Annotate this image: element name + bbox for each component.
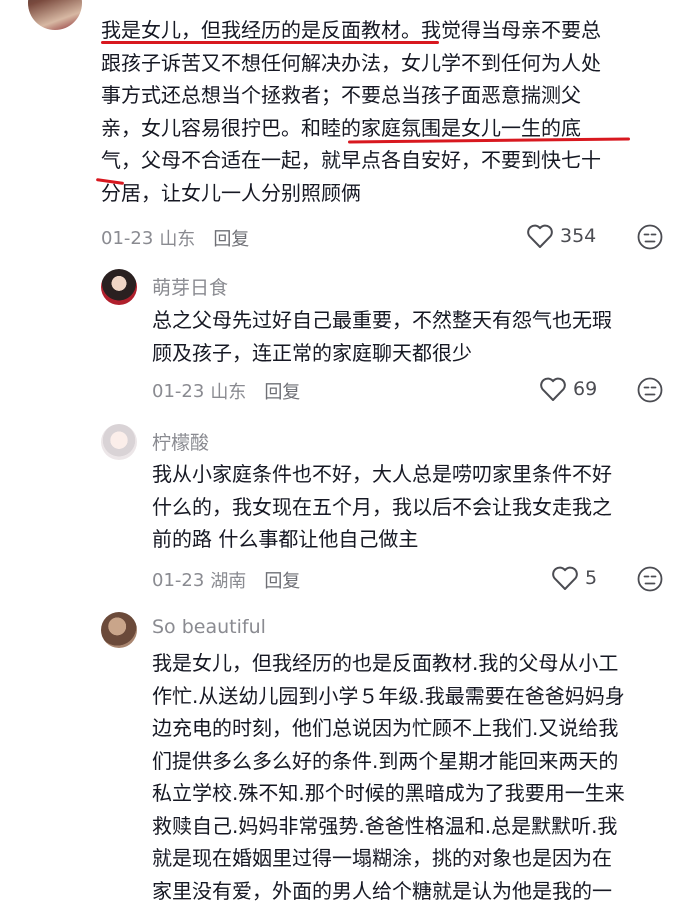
heart-icon — [540, 377, 566, 401]
comment-text-line: 救赎自己.妈妈非常强势.爸爸性格温和.总是默默听.我 — [152, 813, 618, 838]
comment-text-line: 什么的，我女现在五个月，我以后不会让我女走我之 — [152, 494, 612, 519]
comment-text-line: 事方式还总想当个拯救者；不要总当孩子面恶意揣测父 — [101, 83, 581, 107]
comment-text-line: 气，父母不合适在一起，就早点各自安好，不要到快七十 — [101, 148, 601, 172]
comment-meta: 01-23 山东 回复 — [152, 378, 300, 404]
reply-button[interactable]: 回复 — [264, 567, 300, 593]
comment-location: 湖南 — [210, 571, 247, 592]
comment-text-line: 们提供多么多么好的条件.到两个星期才能回来两天的 — [152, 748, 619, 773]
comment-text-line: 我从小家庭条件也不好，大人总是唠叨家里条件不好 — [152, 462, 612, 486]
avatar[interactable] — [101, 424, 137, 460]
avatar[interactable] — [101, 269, 137, 305]
comment-text-line: 作忙.从送幼儿园到小学５年级.我最需要在爸爸妈妈身 — [152, 683, 625, 708]
comment-text-line: 顾及孩子，连正常的家庭聊天都很少 — [152, 340, 472, 365]
like-count: 69 — [573, 378, 598, 400]
comment-meta: 01-23 湖南 回复 — [152, 567, 300, 593]
comment-date: 01-23 — [152, 569, 205, 591]
comment-location: 山东 — [210, 382, 247, 403]
comment-body: 我从小家庭条件也不好，大人总是唠叨家里条件不好 什么的，我女现在五个月，我以后不… — [152, 458, 682, 556]
comment-text-line: 就是现在婚姻里过得一塌糊涂，挑的对象也是因为在 — [152, 846, 612, 870]
comment-author[interactable]: 萌芽日食 — [152, 273, 228, 300]
reply-button[interactable]: 回复 — [213, 225, 249, 251]
comment-author[interactable]: So beautiful — [152, 616, 266, 638]
comment-author[interactable]: 柠檬酸 — [152, 428, 209, 455]
like-button[interactable]: 354 — [526, 223, 596, 249]
comment-meta: 01-23 山东 回复 — [101, 225, 249, 251]
dislike-face-icon[interactable] — [637, 566, 663, 592]
comment-text-line: 边充电的时刻，他们总说因为忙顾不上我们.又说给我 — [152, 716, 619, 740]
comment-text-line: 前的路 什么事都让他自己做主 — [152, 527, 419, 551]
comment-body: 总之父母先过好自己最重要，不然整天有怨气也无瑕 顾及孩子，连正常的家庭聊天都很少 — [152, 304, 682, 369]
comment-text-line: 我是女儿，但我经历的也是反面教材.我的父母从小工 — [152, 651, 619, 675]
highlight-underline — [101, 41, 439, 44]
dislike-face-icon[interactable] — [637, 224, 663, 250]
comment-location: 山东 — [159, 229, 196, 250]
like-count: 354 — [560, 225, 597, 247]
comment-text-line: 家里没有爱，外面的男人给个糖就是认为他是我的一 — [152, 878, 612, 903]
like-button[interactable]: 5 — [551, 565, 597, 591]
comment-date: 01-23 — [101, 227, 154, 249]
comment-text-line: 跟孩子诉苦又不想任何解决办法，女儿学不到任何为人处 — [101, 50, 601, 75]
comment-text-line: 总之父母先过好自己最重要，不然整天有怨气也无瑕 — [152, 308, 612, 332]
heart-icon — [552, 566, 578, 590]
like-button[interactable]: 69 — [539, 376, 597, 402]
heart-icon — [527, 224, 553, 248]
like-count: 5 — [585, 567, 598, 589]
comment-date: 01-23 — [152, 380, 205, 402]
comment-text-line: 分居，让女儿一人分别照顾俩 — [101, 180, 361, 205]
dislike-face-icon[interactable] — [637, 377, 663, 403]
reply-button[interactable]: 回复 — [264, 378, 300, 404]
comment-body: 我是女儿，但我经历的也是反面教材.我的父母从小工 作忙.从送幼儿园到小学５年级.… — [152, 647, 682, 907]
avatar[interactable] — [101, 612, 137, 648]
comment-text-line: 私立学校.殊不知.那个时候的黑暗成为了我要用一生来 — [152, 781, 625, 805]
avatar[interactable] — [28, 0, 82, 30]
